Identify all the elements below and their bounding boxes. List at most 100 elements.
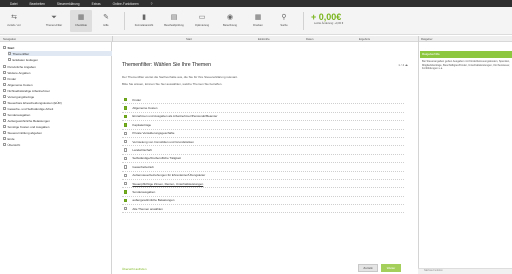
calculation-button[interactable]: ◉ Berechnung (218, 10, 242, 32)
toolbar-separator (303, 12, 304, 30)
pencil-icon: ✎ (103, 14, 109, 21)
nav-item-weitere-angaben[interactable]: Weitere Angaben (3, 70, 30, 75)
nav-item-start[interactable]: Start (3, 45, 14, 50)
tab-daten[interactable]: Daten (306, 37, 313, 41)
topic-checkbox[interactable] (124, 165, 128, 169)
topic-checkbox[interactable] (124, 156, 128, 161)
topic-checkbox[interactable] (124, 198, 128, 203)
topic-label: Kinder (132, 97, 142, 102)
page-icon (3, 143, 6, 146)
topic-row[interactable]: Kinder (122, 96, 404, 105)
menu-datei[interactable]: Datei (10, 2, 17, 6)
back-forward-label: zurück / vor (7, 24, 21, 27)
topic-row[interactable]: Vermietung von Immobilien und Grundstück… (122, 138, 404, 147)
nav-item-persoenliche-angaben[interactable]: Persönliche Angaben (3, 64, 36, 69)
topic-row[interactable]: Einnahmen und Ausgaben als Arbeitnehmer/… (122, 113, 404, 122)
optimize-button[interactable]: ▭ Optimierung (190, 10, 214, 32)
page-icon (3, 113, 6, 116)
topic-label: außergewöhnliche Belastungen (132, 198, 175, 203)
intro-text: Der Themenfilter wertet die Sachverhalte… (122, 75, 238, 79)
topic-label: Selbständige/Freiberufliche Tätigkeit (132, 156, 181, 161)
nav-item-kinder[interactable]: Kinder (3, 76, 16, 81)
topic-row[interactable]: Selbständige/Freiberufliche Tätigkeit (122, 155, 404, 164)
topic-label: Vermietung von Immobilien und Grundstück… (132, 139, 194, 144)
topic-checkbox[interactable] (124, 114, 128, 119)
topic-row[interactable]: Steuerpflichtige Zinsen, Renten, Unterha… (122, 180, 404, 189)
topic-checkbox[interactable] (124, 173, 128, 177)
tab-einkuenfte[interactable]: Einkünfte (258, 37, 270, 41)
nav-item-ende[interactable]: Ende (3, 136, 15, 141)
nav-item-label: Gewerbe- und Selbständige Arbeit (7, 106, 54, 111)
pager[interactable]: 1 / 4 ◂▸ (398, 63, 408, 67)
nav-item-belastungen[interactable]: Außergewöhnliche Belastungen (3, 118, 50, 123)
back-forward-button[interactable]: ⇆ zurück / vor (5, 10, 23, 32)
topic-checkbox[interactable] (124, 98, 128, 102)
menu-online-funktionen[interactable]: Online-Funktionen (113, 2, 139, 6)
topic-row[interactable]: Alle Themen anwählen (122, 205, 404, 214)
checklist-button[interactable]: ▦ Checkliste (70, 10, 92, 32)
print-button[interactable]: ▦ Drucken (246, 10, 270, 32)
nav-item-uebersicht[interactable]: Übersicht (3, 142, 20, 147)
back-button[interactable]: Zurück (358, 264, 378, 272)
topic-row[interactable]: außergewöhnliche Belastungen (122, 197, 404, 206)
topic-row[interactable]: Sonderausgaben (122, 188, 404, 197)
topic-label: Private Veräußerungsgeschäfte (132, 131, 175, 136)
intro-text-2: Bitte Sie wissen, können Sie hier auswäh… (122, 82, 223, 86)
topic-checkbox[interactable] (124, 181, 128, 186)
helper-text: Bei Steuerangaben geben Ausgaben mit Kin… (422, 60, 510, 71)
nav-item-themenfilter[interactable]: Themenfilter (8, 51, 112, 56)
next-button[interactable]: Weiter (381, 264, 401, 272)
menu-bar: Datei Bearbeiten Steuererklärung Extras … (0, 0, 512, 7)
filter-button[interactable]: ⏷ Themen-Filter (44, 10, 64, 32)
nav-item-versorgungsbezuege[interactable]: Versorgungsbezüge (3, 94, 34, 99)
topic-label: Gewerbebetrieb (132, 164, 154, 169)
topic-row[interactable]: Kapitalerträge (122, 121, 404, 130)
search-button[interactable]: ⚲ Suche (274, 10, 294, 32)
toolbar-separator (124, 12, 125, 30)
topic-checkbox[interactable] (124, 139, 128, 144)
topic-row[interactable]: Allgemeine Kosten (122, 104, 404, 113)
topic-checkbox[interactable] (124, 148, 128, 152)
nav-item-sonderausgaben[interactable]: Sonderausgaben (3, 112, 30, 117)
nav-item-arbeitnehmer[interactable]: Nichtselbständige Arbeitnehmer (3, 88, 50, 93)
nav-item-euer[interactable]: Steuerbare Ehescheidungskosten (EÜR) (3, 100, 62, 105)
tab-ergebnis[interactable]: Ergebnis (359, 37, 370, 41)
bescheid-button[interactable]: ▤ Bescheidprüfung (162, 10, 186, 32)
nav-item-allgemeine-kosten[interactable]: Allgemeine Kosten (3, 82, 33, 87)
arrow-left-right-icon: ⇆ (11, 14, 17, 21)
topic-row[interactable]: Außensteuerbeziehungen für Ehrenämter/Üb… (122, 172, 404, 180)
page-icon (3, 71, 6, 74)
form-view-button[interactable]: ▮ Formularansicht (132, 10, 156, 32)
topic-checkbox[interactable] (124, 190, 128, 194)
topic-checkbox[interactable] (124, 106, 128, 110)
menu-bearbeiten[interactable]: Bearbeiten (29, 2, 44, 6)
topic-row[interactable]: Private Veräußerungsgeschäfte (122, 130, 404, 138)
help-label: Hilfe (103, 24, 109, 27)
helper-footer-link[interactable]: Nächste Funktion (424, 269, 443, 272)
bookmark-icon: ▮ (142, 14, 146, 21)
menu-help[interactable]: ? (151, 2, 153, 6)
nav-item-label: Nichtselbständige Arbeitnehmer (7, 88, 50, 93)
nav-item-label: Sonstige Kosten und Ausgaben (7, 124, 50, 129)
topic-label: Außensteuerbeziehungen für Ehrenämter/Üb… (132, 173, 206, 178)
nav-item-steuerermittlung[interactable]: Steuerermittlung abgeben (3, 130, 42, 135)
column-ratgeber: Ratgeber (421, 37, 433, 41)
topic-checkbox[interactable] (124, 123, 128, 127)
nav-item-gewerbe[interactable]: Gewerbe- und Selbständige Arbeit (3, 106, 53, 111)
page-icon (3, 65, 6, 68)
topic-label: Sonderausgaben (132, 189, 156, 194)
menu-steuererklaerung[interactable]: Steuererklärung (57, 2, 80, 6)
tab-start[interactable]: Start (186, 37, 192, 41)
topic-checkbox[interactable] (124, 207, 128, 211)
nav-arrows-icon[interactable]: ◂▸ (405, 63, 408, 67)
page-icon (3, 107, 6, 110)
print-label: Drucken (253, 24, 263, 27)
topic-row[interactable]: Gewerbebetrieb (122, 163, 404, 172)
topic-checkbox[interactable] (124, 131, 128, 135)
nav-item-sonstige-kosten[interactable]: Sonstige Kosten und Ausgaben (3, 124, 49, 129)
help-button[interactable]: ✎ Hilfe (97, 10, 115, 32)
menu-extras[interactable]: Extras (92, 2, 101, 6)
overview-link[interactable]: Übersicht aufrufen (122, 267, 147, 271)
nav-item-eckdaten[interactable]: Eckdaten festlegen (8, 57, 38, 62)
topic-row[interactable]: Landwirtschaft (122, 146, 404, 155)
